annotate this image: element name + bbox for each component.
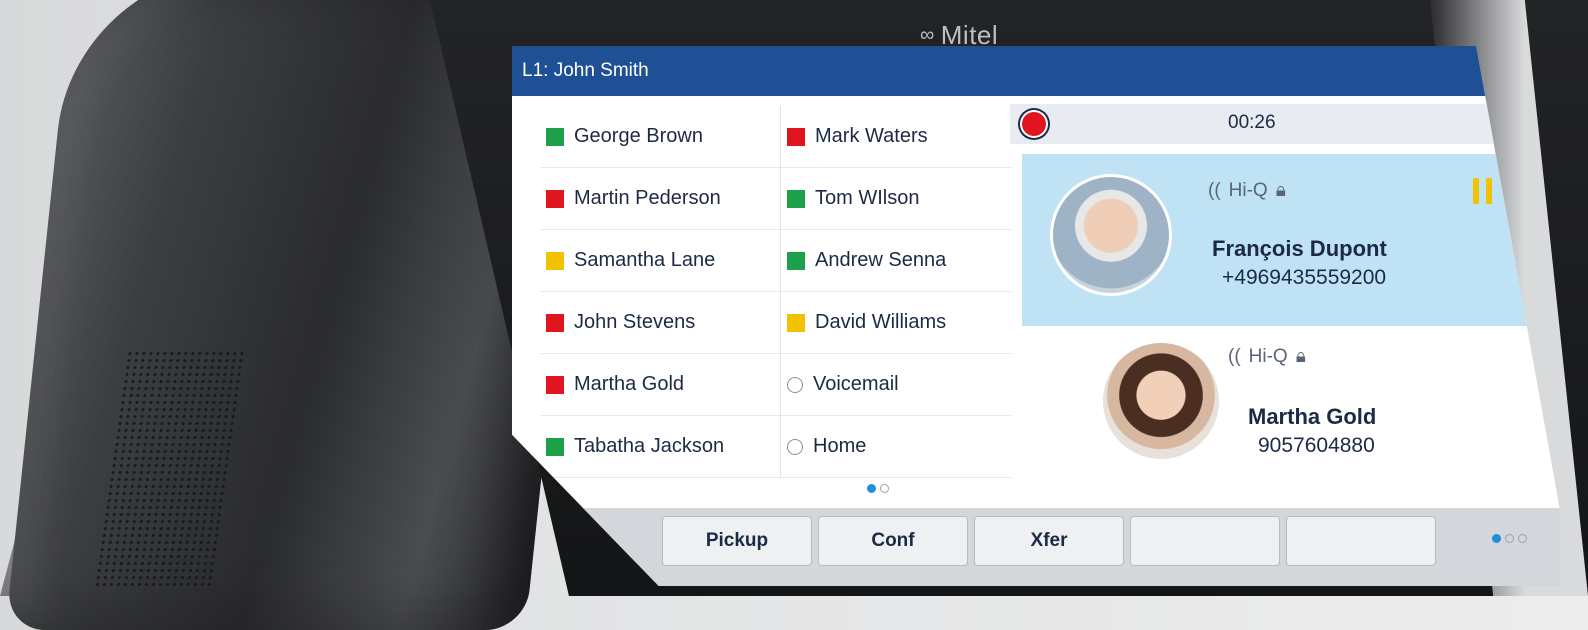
codec-label: Hi-Q bbox=[1248, 346, 1288, 367]
softkey-bar: Pickup Conf Xfer bbox=[512, 508, 1560, 586]
caller-number: +4969435559200 bbox=[1222, 266, 1387, 289]
contact-name: Mark Waters bbox=[815, 125, 928, 147]
softkey-empty-5[interactable] bbox=[1286, 516, 1436, 566]
held-call-card[interactable]: (( Hi-Q 🔒︎ Martha Gold 9057604880 bbox=[1072, 326, 1560, 496]
lock-icon: 🔒︎ bbox=[1275, 180, 1286, 201]
contact-name: David Williams bbox=[815, 311, 947, 333]
page-dot bbox=[1505, 534, 1514, 543]
caller-avatar bbox=[1050, 174, 1172, 296]
contact-name: Martin Pederson bbox=[574, 187, 721, 209]
phone-screen: L1: John Smith George Brown Martin Peder… bbox=[512, 46, 1560, 586]
radio-circle-icon bbox=[787, 376, 803, 393]
presence-indicator bbox=[787, 313, 805, 332]
voicemail-item[interactable]: Voicemail bbox=[781, 354, 1011, 416]
contact-name: George Brown bbox=[574, 125, 703, 147]
contacts-column-left: George Brown Martin Pederson Samantha La… bbox=[540, 106, 780, 478]
presence-indicator bbox=[546, 251, 564, 270]
caller-avatar bbox=[1100, 340, 1222, 462]
contact-item[interactable]: Samantha Lane bbox=[540, 230, 780, 292]
hiq-audio-icon: (( bbox=[1208, 180, 1221, 201]
softkey-pickup[interactable]: Pickup bbox=[662, 516, 812, 566]
page-dot-active bbox=[867, 484, 876, 493]
contact-item[interactable]: Andrew Senna bbox=[781, 230, 1011, 292]
contact-item[interactable]: David Williams bbox=[781, 292, 1011, 354]
contact-name: Tom WIlson bbox=[815, 187, 920, 209]
presence-indicator bbox=[787, 127, 805, 146]
presence-indicator bbox=[787, 251, 805, 270]
page-dot-active bbox=[1492, 534, 1501, 543]
page-dot bbox=[1518, 534, 1527, 543]
contact-name: John Stevens bbox=[574, 311, 696, 333]
contact-name: Andrew Senna bbox=[815, 249, 947, 271]
call-timer: 00:26 bbox=[1228, 112, 1276, 133]
contact-name: Tabatha Jackson bbox=[574, 435, 725, 457]
hiq-audio-icon: (( bbox=[1228, 346, 1241, 367]
lock-icon: 🔒︎ bbox=[1295, 346, 1306, 367]
contact-item[interactable]: Mark Waters bbox=[781, 106, 1011, 168]
softkey-page-indicator[interactable] bbox=[1492, 534, 1527, 543]
contact-name: Home bbox=[813, 435, 867, 457]
record-icon[interactable] bbox=[1022, 112, 1046, 136]
home-item[interactable]: Home bbox=[781, 416, 1011, 478]
presence-indicator bbox=[546, 375, 564, 394]
codec-label: Hi-Q bbox=[1228, 180, 1268, 201]
active-call-card[interactable]: (( Hi-Q 🔒︎ François Dupont +496943555920… bbox=[1022, 154, 1560, 326]
presence-indicator bbox=[787, 189, 805, 208]
presence-indicator bbox=[546, 127, 564, 146]
softkey-empty-4[interactable] bbox=[1130, 516, 1280, 566]
pause-icon[interactable] bbox=[1473, 178, 1492, 204]
contact-name: Martha Gold bbox=[574, 373, 685, 395]
mitel-logo-icon: ∞ bbox=[920, 24, 935, 46]
call-status-bar: 00:26 bbox=[1010, 104, 1560, 144]
contact-item[interactable]: George Brown bbox=[540, 106, 780, 168]
contact-item[interactable]: Tom WIlson bbox=[781, 168, 1011, 230]
contact-name: Voicemail bbox=[813, 373, 899, 395]
codec-indicator: (( Hi-Q 🔒︎ bbox=[1228, 346, 1306, 368]
softkey-xfer[interactable]: Xfer bbox=[974, 516, 1124, 566]
contact-item[interactable]: Martin Pederson bbox=[540, 168, 780, 230]
page-dot bbox=[880, 484, 889, 493]
line-title-bar: L1: John Smith bbox=[512, 46, 1560, 96]
contacts-column-right: Mark Waters Tom WIlson Andrew Senna Davi… bbox=[780, 106, 1011, 478]
contact-item[interactable]: John Stevens bbox=[540, 292, 780, 354]
caller-name: Martha Gold bbox=[1248, 404, 1377, 429]
line-title: L1: John Smith bbox=[522, 60, 649, 81]
contact-name: Samantha Lane bbox=[574, 249, 716, 271]
presence-indicator bbox=[546, 437, 564, 456]
presence-indicator bbox=[546, 189, 564, 208]
presence-indicator bbox=[546, 313, 564, 332]
contacts-page-indicator[interactable] bbox=[867, 484, 889, 493]
radio-circle-icon bbox=[787, 438, 803, 455]
caller-name: François Dupont bbox=[1212, 236, 1387, 261]
contact-item[interactable]: Martha Gold bbox=[540, 354, 780, 416]
contact-item[interactable]: Tabatha Jackson bbox=[540, 416, 780, 478]
codec-indicator: (( Hi-Q 🔒︎ bbox=[1208, 180, 1286, 202]
softkey-conf[interactable]: Conf bbox=[818, 516, 968, 566]
caller-number: 9057604880 bbox=[1258, 434, 1375, 457]
